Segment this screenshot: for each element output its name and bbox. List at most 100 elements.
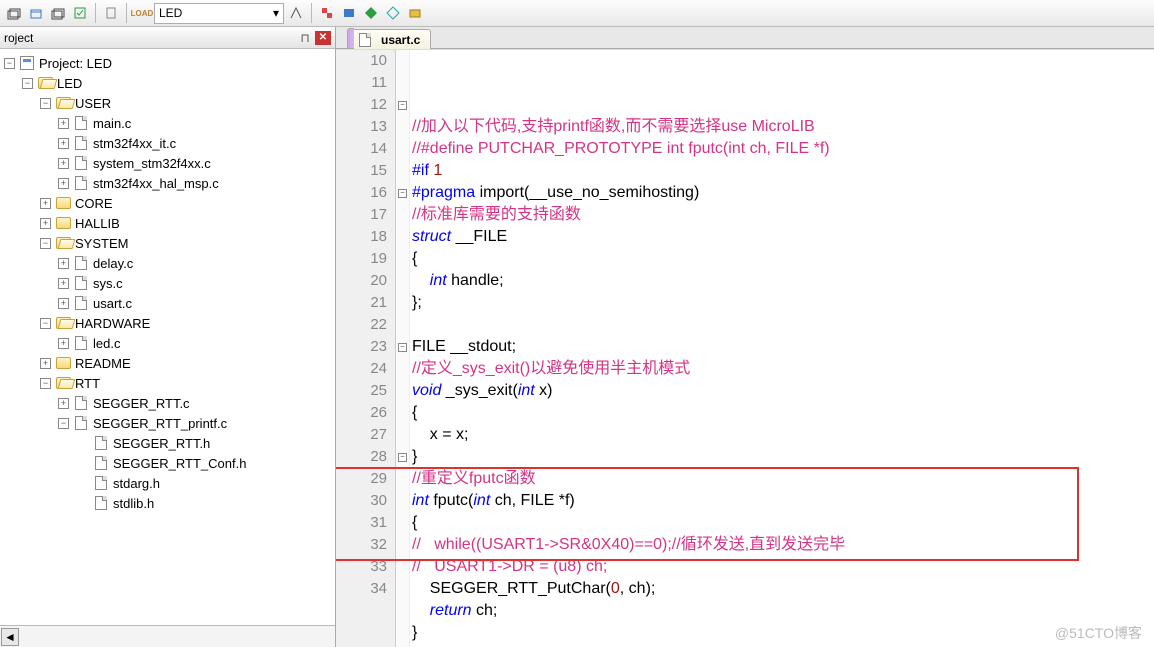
expand-icon[interactable]: + [58,258,69,269]
file-node[interactable]: SEGGER_RTT_Conf.h [0,453,335,473]
expand-icon[interactable]: + [58,138,69,149]
tree-label: stdarg.h [113,476,160,491]
expand-icon[interactable]: + [58,158,69,169]
group-hallib[interactable]: +HALLIB [0,213,335,233]
scroll-left-button[interactable]: ◄ [1,628,19,646]
folder-icon [55,215,71,231]
expand-icon[interactable]: + [58,178,69,189]
fold-toggle[interactable]: − [398,453,407,462]
dropdown-arrow-icon: ▾ [273,6,279,20]
expand-icon[interactable]: − [4,58,15,69]
tb-icon-3[interactable] [361,3,381,23]
expand-icon[interactable]: + [58,298,69,309]
tab-filename: usart.c [381,33,420,47]
tb-icon-5[interactable] [405,3,425,23]
tree-label: LED [57,76,82,91]
tb-icon-2[interactable] [339,3,359,23]
project-root[interactable]: − Project: LED [0,53,335,73]
file-icon [357,32,373,48]
tree-label: sys.c [93,276,123,291]
main-toolbar: LOAD LED ▾ [0,0,1154,27]
expand-icon[interactable]: + [58,118,69,129]
watermark: @51CTO博客 [1055,623,1142,643]
folder-icon [55,195,71,211]
file-node[interactable]: + delay.c [0,253,335,273]
toolbar-btn-2[interactable] [26,3,46,23]
tree-label: delay.c [93,256,133,271]
group-core[interactable]: + CORE [0,193,335,213]
file-node[interactable]: −SEGGER_RTT_printf.c [0,413,335,433]
file-node[interactable]: + system_stm32f4xx.c [0,153,335,173]
expand-icon[interactable]: − [40,238,51,249]
close-panel-button[interactable]: ✕ [315,31,331,45]
tree-label: stm32f4xx_hal_msp.c [93,176,219,191]
expand-icon[interactable]: − [40,378,51,389]
expand-icon[interactable]: + [40,358,51,369]
expand-icon[interactable]: + [58,278,69,289]
file-icon [93,455,109,471]
tree-label: RTT [75,376,100,391]
tree-label: Project: LED [39,56,112,71]
load-button[interactable]: LOAD [132,3,152,23]
file-node[interactable]: stdlib.h [0,493,335,513]
tree-label: USER [75,96,111,111]
options-button[interactable] [286,3,306,23]
expand-icon[interactable]: + [58,338,69,349]
file-node[interactable]: +usart.c [0,293,335,313]
tb-icon-1[interactable] [317,3,337,23]
code-editor[interactable]: 1011121314151617181920212223242526272829… [336,49,1154,647]
group-rtt[interactable]: − RTT [0,373,335,393]
tree-label: main.c [93,116,131,131]
tree-label: CORE [75,196,113,211]
group-user[interactable]: − USER [0,93,335,113]
file-node[interactable]: + sys.c [0,273,335,293]
group-system[interactable]: −SYSTEM [0,233,335,253]
fold-toggle[interactable]: − [398,101,407,110]
tree-label: HARDWARE [75,316,150,331]
proj-ico-icon [19,55,35,71]
target-node[interactable]: − LED [0,73,335,93]
folder-open-icon [55,375,71,391]
expand-icon[interactable]: + [40,198,51,209]
file-tab[interactable]: usart.c [350,29,431,49]
toolbar-btn-1[interactable] [4,3,24,23]
group-hardware[interactable]: − HARDWARE [0,313,335,333]
file-node[interactable]: +SEGGER_RTT.c [0,393,335,413]
file-icon [73,255,89,271]
file-node[interactable]: + stm32f4xx_it.c [0,133,335,153]
tree-label: README [75,356,131,371]
expand-icon[interactable]: + [58,398,69,409]
fold-toggle[interactable]: − [398,189,407,198]
tree-label: system_stm32f4xx.c [93,156,211,171]
tree-label: stm32f4xx_it.c [93,136,176,151]
group-readme[interactable]: + README [0,353,335,373]
tab-strip: usart.c [336,27,1154,49]
file-icon [73,115,89,131]
file-node[interactable]: stdarg.h [0,473,335,493]
tree-label: led.c [93,336,120,351]
tb-icon-4[interactable] [383,3,403,23]
panel-bottom-bar: ◄ [0,625,335,647]
toolbar-btn-4[interactable] [70,3,90,23]
target-dropdown[interactable]: LED ▾ [154,3,284,24]
project-tree[interactable]: −Project: LED−LED−USER+main.c+stm32f4xx_… [0,49,335,625]
file-icon [73,335,89,351]
expand-icon[interactable]: − [58,418,69,429]
expand-icon[interactable]: − [40,318,51,329]
source-code[interactable]: //加入以下代码,支持printf函数,而不需要选择use MicroLIB//… [410,50,1154,647]
fold-column[interactable]: − − − − [396,50,410,647]
toolbar-btn-5[interactable] [101,3,121,23]
toolbar-btn-3[interactable] [48,3,68,23]
expand-icon[interactable]: − [40,98,51,109]
file-node[interactable]: SEGGER_RTT.h [0,433,335,453]
fold-toggle[interactable]: − [398,343,407,352]
expand-icon[interactable]: + [40,218,51,229]
file-node[interactable]: + stm32f4xx_hal_msp.c [0,173,335,193]
expand-icon[interactable]: − [22,78,33,89]
folder-open-icon [55,235,71,251]
file-icon [93,495,109,511]
pin-button[interactable]: ⊓ [297,31,313,45]
file-node[interactable]: + led.c [0,333,335,353]
file-node[interactable]: + main.c [0,113,335,133]
file-icon [73,175,89,191]
